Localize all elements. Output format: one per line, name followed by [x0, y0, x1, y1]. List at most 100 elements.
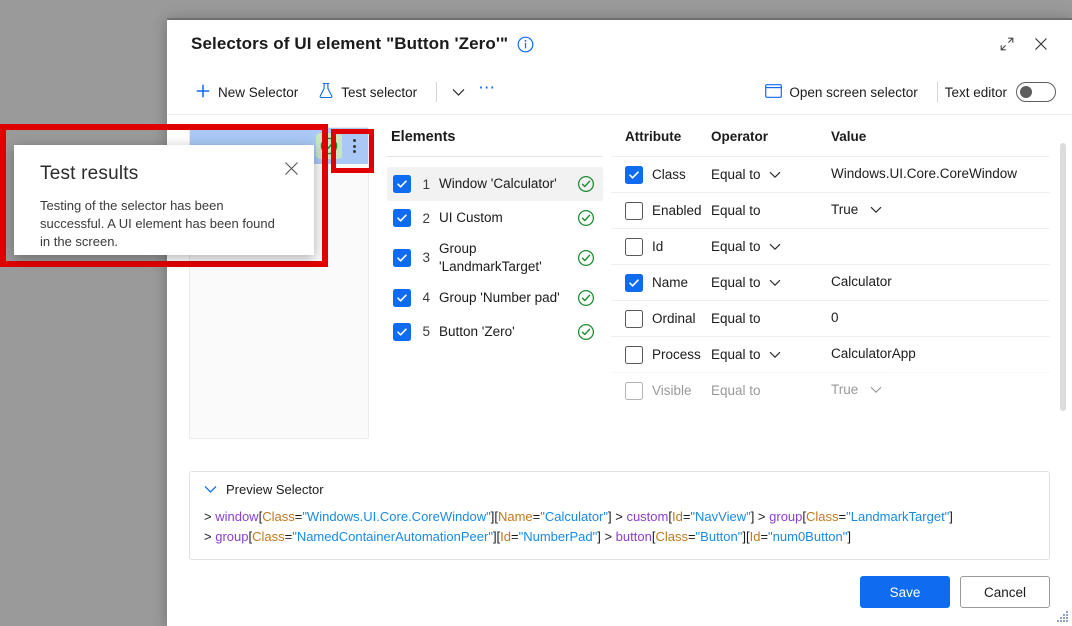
selector-token-el: group — [215, 529, 249, 544]
chevron-down-icon[interactable] — [769, 239, 781, 254]
selector-token-str: "Windows.UI.Core.CoreWindow" — [302, 509, 491, 524]
open-screen-selector-button[interactable]: Open screen selector — [757, 76, 925, 108]
attribute-value-cell[interactable]: CalculatorApp — [831, 345, 1050, 363]
command-separator — [436, 82, 438, 102]
chevron-down-icon[interactable] — [769, 275, 781, 290]
save-button[interactable]: Save — [860, 576, 950, 608]
ellipsis-icon[interactable]: ⋯ — [472, 77, 502, 107]
attribute-name: Class — [652, 167, 686, 182]
attribute-value-cell[interactable]: Windows.UI.Core.CoreWindow — [831, 165, 1050, 183]
test-results-callout: Test results Testing of the selector has… — [14, 145, 314, 255]
attribute-operator-cell[interactable]: Equal to — [711, 203, 831, 218]
resize-grip[interactable] — [1055, 609, 1069, 623]
attributes-header-row: Attribute Operator Value — [611, 129, 1050, 156]
element-row[interactable]: 3 Group 'LandmarkTarget' — [387, 235, 603, 281]
element-row[interactable]: 1 Window 'Calculator' — [387, 167, 603, 201]
attributes-scrollbar[interactable] — [1060, 143, 1066, 411]
attribute-operator-cell[interactable]: Equal to — [711, 311, 831, 326]
attribute-name-cell: Visible — [611, 381, 711, 400]
attribute-value: 0 — [831, 310, 839, 326]
selector-token-pun: = — [687, 529, 696, 544]
callout-close-icon[interactable] — [278, 155, 304, 181]
new-selector-label: New Selector — [218, 84, 299, 100]
checkbox-unchecked[interactable] — [625, 345, 643, 364]
attribute-row[interactable]: Visible Equal to True — [611, 372, 1050, 408]
attribute-value-cell[interactable]: 0 — [831, 309, 1050, 327]
checkbox-checked[interactable] — [393, 248, 411, 267]
element-row[interactable]: 2 UI Custom — [387, 201, 603, 235]
attribute-operator-cell[interactable]: Equal to — [711, 167, 831, 182]
callout-message: Testing of the selector has been success… — [40, 198, 275, 249]
attribute-row[interactable]: Ordinal Equal to 0 — [611, 300, 1050, 336]
preview-selector-label: Preview Selector — [226, 482, 324, 497]
selector-token-pun: ][ — [742, 529, 750, 544]
screen-icon — [765, 83, 783, 101]
selector-token-pun: ][ — [490, 509, 498, 524]
element-index: 5 — [422, 324, 430, 340]
chevron-down-icon[interactable] — [870, 381, 882, 399]
checkbox-checked[interactable] — [393, 322, 411, 341]
attribute-row[interactable]: Class Equal to Windows.UI.Core.CoreWindow — [611, 156, 1050, 192]
selector-code[interactable]: > window[Class="Windows.UI.Core.CoreWind… — [204, 507, 1035, 547]
close-icon[interactable] — [1024, 28, 1058, 60]
selector-token-pun: > — [204, 529, 216, 544]
attribute-row[interactable]: Process Equal to CalculatorApp — [611, 336, 1050, 372]
flask-icon — [318, 82, 334, 102]
checkbox-unchecked[interactable] — [625, 237, 643, 256]
element-row[interactable]: 4 Group 'Number pad' — [387, 281, 603, 315]
chevron-down-icon[interactable] — [769, 347, 781, 362]
attribute-value-cell[interactable]: True — [831, 201, 1050, 219]
text-editor-label: Text editor — [944, 84, 1007, 100]
selectors-dialog: Selectors of UI element "Button 'Zero'" — [167, 18, 1072, 626]
text-editor-toggle[interactable] — [1016, 82, 1056, 102]
checkbox-checked[interactable] — [625, 273, 643, 292]
attribute-operator-cell[interactable]: Equal to — [711, 239, 831, 254]
checkbox-unchecked[interactable] — [625, 381, 643, 400]
attribute-value-cell[interactable]: True — [831, 381, 1050, 399]
selector-token-attr: Id — [671, 509, 683, 524]
selector-token-str: "Button" — [695, 529, 743, 544]
attribute-operator-cell[interactable]: Equal to — [711, 275, 831, 290]
selector-token-pun: ] > — [608, 509, 627, 524]
checkbox-checked[interactable] — [393, 209, 411, 227]
preview-selector-header[interactable]: Preview Selector — [204, 482, 1035, 497]
selector-token-el: button — [615, 529, 652, 544]
new-selector-button[interactable]: New Selector — [187, 76, 306, 108]
cancel-button[interactable]: Cancel — [960, 576, 1050, 608]
chevron-down-icon[interactable] — [444, 77, 472, 107]
elements-divider — [387, 156, 603, 157]
chevron-down-icon — [204, 482, 217, 497]
attribute-operator-cell[interactable]: Equal to — [711, 383, 831, 398]
elements-list: 1 Window 'Calculator' 2 UI Custom 3 Group 'La… — [387, 167, 603, 349]
attribute-operator: Equal to — [711, 239, 761, 254]
restore-icon[interactable] — [990, 28, 1024, 60]
element-row[interactable]: 5 Button 'Zero' — [387, 315, 603, 349]
attribute-row[interactable]: Id Equal to — [611, 228, 1050, 264]
chevron-down-icon[interactable] — [870, 201, 882, 219]
attribute-value-cell[interactable]: Calculator — [831, 273, 1050, 291]
info-icon[interactable] — [517, 36, 534, 53]
attribute-operator-cell[interactable]: Equal to — [711, 347, 831, 362]
selector-token-el: window — [215, 509, 259, 524]
test-selector-button[interactable]: Test selector — [310, 76, 425, 108]
attribute-row[interactable]: Name Equal to Calculator — [611, 264, 1050, 300]
checkbox-checked[interactable] — [393, 288, 411, 307]
check-circle-icon — [577, 249, 595, 267]
element-index: 1 — [422, 176, 430, 192]
checkbox-unchecked[interactable] — [625, 309, 643, 328]
checkbox-checked[interactable] — [625, 165, 643, 184]
preview-selector-section: Preview Selector > window[Class="Windows… — [167, 465, 1072, 560]
attribute-name-cell: Enabled — [611, 201, 711, 220]
chevron-down-icon[interactable] — [769, 167, 781, 182]
checkbox-checked[interactable] — [393, 175, 411, 193]
selector-line: > group[Class="NamedContainerAutomationP… — [204, 527, 1035, 547]
checkbox-unchecked[interactable] — [625, 201, 643, 220]
attribute-operator: Equal to — [711, 275, 761, 290]
attribute-value: True — [831, 202, 859, 218]
attribute-row[interactable]: Enabled Equal to True — [611, 192, 1050, 228]
callout-title: Test results — [40, 163, 139, 184]
test-selector-label: Test selector — [341, 84, 418, 100]
check-circle-icon — [577, 323, 595, 341]
plus-icon — [195, 83, 211, 102]
selector-token-pun: = — [760, 529, 769, 544]
